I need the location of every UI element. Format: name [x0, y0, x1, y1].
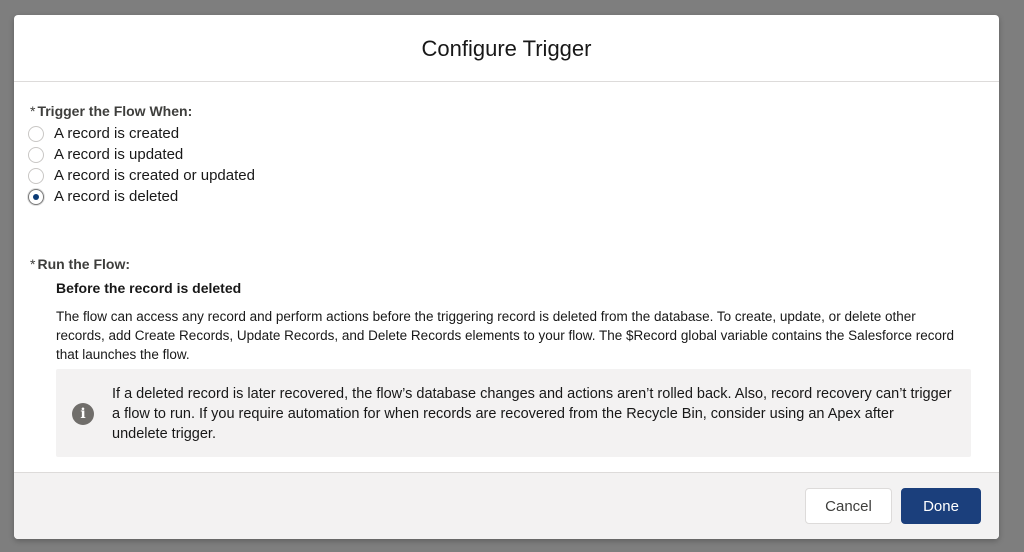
- done-button[interactable]: Done: [901, 488, 981, 524]
- radio-option-deleted[interactable]: A record is deleted: [28, 186, 178, 207]
- radio-option-created-or-updated[interactable]: A record is created or updated: [28, 165, 255, 186]
- radio-option-created[interactable]: A record is created: [28, 123, 179, 144]
- cancel-button[interactable]: Cancel: [805, 488, 892, 524]
- radio-button[interactable]: [28, 146, 44, 163]
- info-callout-text: If a deleted record is later recovered, …: [112, 386, 952, 442]
- run-field-label: * Run the Flow:: [30, 256, 130, 272]
- trigger-field-label: * Trigger the Flow When:: [30, 103, 192, 119]
- modal-header: Configure Trigger: [14, 15, 999, 82]
- configure-trigger-modal: Configure Trigger * Trigger the Flow When…: [14, 15, 999, 539]
- trigger-field-label-text: Trigger the Flow When:: [37, 103, 193, 119]
- run-field-label-text: Run the Flow:: [37, 256, 130, 272]
- info-callout: i If a deleted record is later recovered…: [56, 369, 971, 457]
- required-marker: *: [30, 256, 36, 272]
- modal-body: * Trigger the Flow When: A record is crea…: [14, 82, 999, 472]
- run-option-description: The flow can access any record and perfo…: [56, 309, 954, 362]
- radio-label: A record is updated: [54, 146, 184, 163]
- radio-label: A record is created or updated: [54, 167, 255, 184]
- radio-button[interactable]: [28, 167, 44, 184]
- info-icon: i: [72, 403, 94, 425]
- required-marker: *: [30, 103, 36, 119]
- modal-title: Configure Trigger: [421, 36, 592, 61]
- radio-button[interactable]: [28, 125, 44, 142]
- run-option-title: Before the record is deleted: [56, 280, 242, 296]
- radio-label: A record is deleted: [54, 188, 179, 205]
- modal-footer: Cancel Done: [14, 472, 999, 539]
- radio-button-selected[interactable]: [28, 188, 44, 205]
- radio-label: A record is created: [54, 125, 180, 142]
- radio-option-updated[interactable]: A record is updated: [28, 144, 183, 165]
